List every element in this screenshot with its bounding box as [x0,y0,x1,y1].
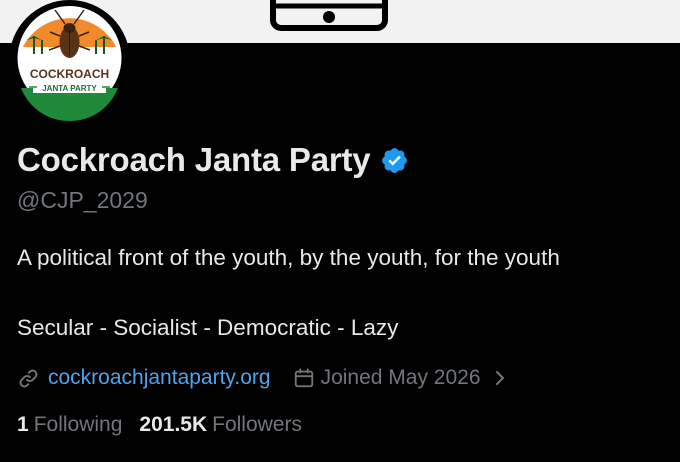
follow-stats-row: 1 Following 201.5K Followers [17,410,302,440]
calendar-icon [293,367,315,389]
tagline: Secular - Socialist - Democratic - Lazy [17,315,399,340]
phone-icon [270,0,388,32]
profile-page: COCKROACH JANTA PARTY Cockroach Janta Pa… [0,0,680,462]
following-count: 1 [17,413,29,436]
link-icon [17,367,40,390]
following-label: Following [33,413,123,436]
joined-date: Joined May 2026 [320,366,481,389]
logo-text-line2: JANTA PARTY [42,84,97,93]
followers-label: Followers [212,413,302,436]
display-name: Cockroach Janta Party [17,141,371,178]
verified-badge-icon[interactable] [380,146,409,175]
followers-count: 201.5K [139,413,208,436]
avatar[interactable]: COCKROACH JANTA PARTY [9,0,130,121]
handle: @CJP_2029 [17,187,148,213]
followers-link[interactable]: 201.5K Followers [139,413,302,437]
chevron-right-icon[interactable] [493,369,507,387]
website-link[interactable]: cockroachjantaparty.org [48,366,271,390]
following-link[interactable]: 1 Following [17,413,122,437]
bio: A political front of the youth, by the y… [17,245,560,270]
logo-text-line1: COCKROACH [30,67,109,81]
display-name-row: Cockroach Janta Party [17,139,409,181]
profile-meta-row: cockroachjantaparty.org Joined May 2026 [17,363,507,393]
